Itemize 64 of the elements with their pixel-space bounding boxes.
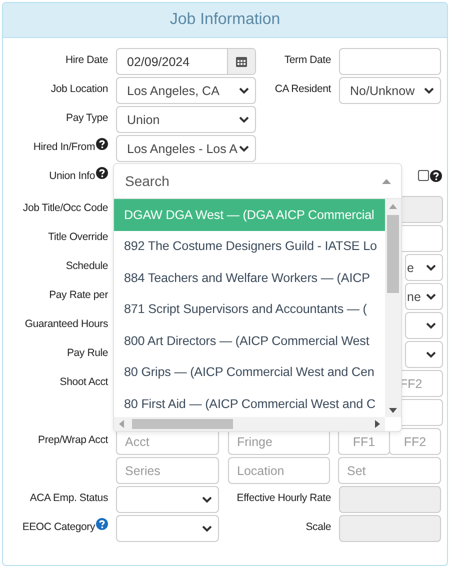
dropdown-option[interactable]: 80 Grips — (AICP Commercial West and Cen	[114, 356, 385, 388]
dropdown[interactable]: e	[405, 254, 443, 281]
dropdown[interactable]: ne	[405, 283, 443, 310]
dropdown-option[interactable]: 884 Teachers and Welfare Workers — (AICP	[114, 262, 385, 294]
dropdown-option[interactable]: 871 Script Supervisors and Accountants — (	[114, 294, 385, 325]
field-label: Effective Hourly Rate	[236, 491, 332, 506]
dropdown-option[interactable]: 80 First Aid — (AICP Commercial West and C	[114, 388, 385, 417]
field-label: Union Info	[49, 170, 95, 182]
scroll-left-icon[interactable]	[119, 420, 124, 428]
chevron-icon	[239, 145, 249, 152]
caret-icon[interactable]	[382, 178, 391, 184]
date-field[interactable]: 02/09/2024	[116, 48, 256, 75]
chevron-icon	[426, 351, 436, 358]
dropdown-option[interactable]: 800 Art Directors — (AICP Commercial West	[114, 325, 385, 356]
field-label: Shoot Acct	[60, 376, 108, 388]
dropdown[interactable]	[116, 486, 219, 513]
field-label: Pay Rate per	[49, 289, 108, 301]
dropdown[interactable]: Los Angeles, CA	[116, 77, 256, 104]
scroll-down-icon[interactable]	[389, 408, 397, 413]
search-field[interactable]: Search	[114, 164, 382, 198]
chevron-icon	[426, 293, 436, 300]
field-label: Title Override	[48, 231, 108, 243]
field-label: Schedule	[66, 260, 108, 272]
field-label: Job Title/Occ Code	[22, 202, 108, 214]
dropdown[interactable]: Union	[116, 106, 256, 133]
field-label: Pay Rule	[66, 347, 108, 359]
field-label: ACA Emp. Status	[30, 492, 108, 504]
dropdown-option[interactable]: 892 The Costume Designers Guild - IATSE Lo	[114, 230, 385, 262]
field-label: Pay Type	[66, 112, 108, 124]
checkbox[interactable]	[418, 170, 429, 181]
dropdown[interactable]: Los Angeles - Los A	[116, 135, 256, 162]
chevron-icon	[202, 496, 212, 503]
input-field[interactable]: Set	[338, 457, 441, 484]
scrollbar[interactable]	[114, 417, 385, 431]
field-label: Prep/Wrap Acct	[38, 434, 108, 446]
field-label: Scale	[304, 520, 332, 535]
scroll-up-icon[interactable]	[389, 204, 397, 209]
chevron-icon	[202, 525, 212, 532]
chevron-icon	[426, 322, 436, 329]
dropdown[interactable]	[116, 515, 219, 542]
chevron-icon	[239, 87, 249, 94]
chevron-icon	[424, 87, 434, 94]
panel-title: Job Information	[170, 11, 280, 29]
scroll-right-icon[interactable]	[375, 420, 380, 428]
chevron-icon	[239, 116, 249, 123]
input-field[interactable]: FF2	[389, 428, 441, 455]
field-label: CA Resident	[274, 82, 332, 97]
input-field[interactable]: Series	[116, 457, 219, 484]
chevron-icon	[426, 264, 436, 271]
field-label: Hire Date	[65, 54, 108, 66]
field-label: Term Date	[283, 53, 332, 68]
dropdown[interactable]: No/Unknow	[339, 77, 441, 104]
input-field[interactable]: Location	[228, 457, 330, 484]
help-icon[interactable]	[96, 138, 108, 150]
dropdown[interactable]	[405, 312, 443, 339]
field-label: EEOC Category	[22, 521, 95, 533]
calendar-icon[interactable]	[236, 56, 247, 67]
scrollbar[interactable]	[385, 199, 401, 417]
help-icon[interactable]	[430, 170, 442, 182]
field-label: Guaranteed Hours	[24, 318, 108, 330]
help-icon[interactable]	[96, 167, 108, 179]
dropdown[interactable]	[405, 341, 443, 368]
field-label: Job Location	[50, 83, 108, 95]
field-label: Hired In/From	[33, 141, 95, 153]
